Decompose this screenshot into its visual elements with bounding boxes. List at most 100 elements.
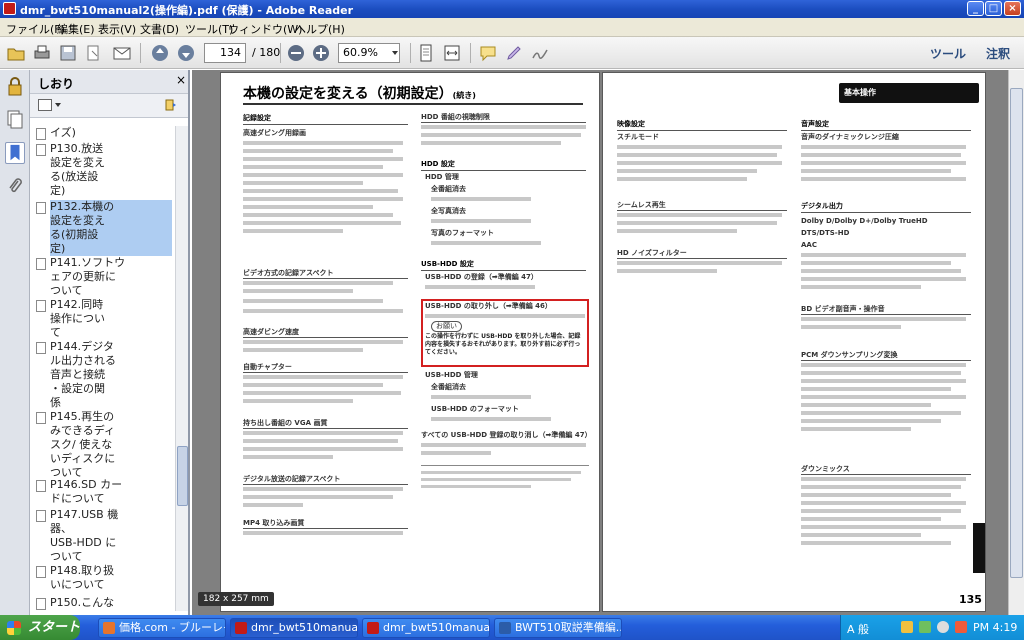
- start-button[interactable]: スタート: [0, 615, 80, 640]
- open-folder-icon[interactable]: [6, 43, 26, 63]
- bookmarks-scrollbar[interactable]: [175, 126, 188, 611]
- zoom-level-select[interactable]: 60.9%: [338, 43, 400, 63]
- bookmark-item[interactable]: P147.USB 機 器、 USB-HDD に ついて: [36, 508, 172, 564]
- page-icon: [36, 258, 46, 270]
- setting-name: 全番組消去: [431, 185, 466, 193]
- bookmark-item[interactable]: P130.放送 設定を変え る(放送設 定): [36, 142, 172, 198]
- text-block: [801, 269, 961, 273]
- setting-name: MP4 取り込み画質: [243, 519, 408, 529]
- comment-pane-button[interactable]: 注釈: [986, 45, 1010, 62]
- page-number-input[interactable]: 134: [204, 43, 246, 63]
- close-button[interactable]: ×: [1004, 1, 1021, 16]
- bookmark-item[interactable]: P141.ソフトウ ェアの更新に ついて: [36, 256, 172, 298]
- menu-tools[interactable]: ツール(T): [185, 21, 233, 37]
- text-block: [801, 395, 966, 399]
- text-block: [801, 509, 961, 513]
- document-scrollbar[interactable]: [1008, 70, 1024, 615]
- menu-window[interactable]: ウィンドウ(W): [228, 21, 302, 37]
- text-block: [425, 314, 585, 318]
- scrollbar-thumb[interactable]: [177, 446, 188, 506]
- pdf-icon: [367, 622, 379, 634]
- next-page-icon[interactable]: [176, 43, 196, 63]
- print-icon[interactable]: [32, 43, 52, 63]
- bookmark-item[interactable]: P148.取り扱 いについて: [36, 564, 172, 592]
- sign-icon[interactable]: [530, 43, 550, 63]
- chevron-down-icon[interactable]: [55, 103, 61, 107]
- comment-icon[interactable]: [478, 43, 498, 63]
- lock-icon[interactable]: [5, 76, 25, 98]
- scrollbar-thumb[interactable]: [1010, 88, 1023, 578]
- bookmark-item[interactable]: イズ): [36, 126, 172, 140]
- text-block: [801, 541, 951, 545]
- zoom-out-icon[interactable]: [286, 43, 306, 63]
- setting-name: シームレス再生: [617, 201, 787, 211]
- bookmark-item[interactable]: P144.デジタ ル出力される 音声と接続 ・設定の関 係: [36, 340, 172, 410]
- page-icon: [36, 300, 46, 312]
- text-block: [801, 253, 966, 257]
- fit-page-icon[interactable]: [416, 43, 436, 63]
- menu-help[interactable]: ヘルプ(H): [295, 21, 345, 37]
- setting-name: BD ビデオ副音声・操作音: [801, 305, 971, 315]
- setting-name: スチルモード: [617, 133, 659, 141]
- document-view[interactable]: 本機の設定を変える（初期設定）(続き) 記録設定 高速ダビング用録画 ビデオ方式…: [192, 70, 1018, 615]
- page-heading: 本機の設定を変える（初期設定）(続き): [243, 86, 476, 102]
- taskbar: スタート 価格.com - ブルーレイ... dmr_bwt510manual2…: [0, 615, 1024, 640]
- highlight-icon[interactable]: [504, 43, 524, 63]
- text-block: [243, 439, 398, 443]
- pdf-page-left: 本機の設定を変える（初期設定）(続き) 記録設定 高速ダビング用録画 ビデオ方式…: [220, 72, 600, 612]
- text-block: [617, 213, 782, 217]
- fit-width-icon[interactable]: [442, 43, 462, 63]
- menu-view[interactable]: 表示(V): [98, 21, 136, 37]
- notice-badge: お願い: [431, 321, 462, 332]
- save-icon[interactable]: [58, 43, 78, 63]
- text-block: [243, 447, 403, 451]
- tools-pane-button[interactable]: ツール: [930, 45, 966, 62]
- text-block: [243, 181, 363, 185]
- chapter-badge: 基本操作: [839, 83, 979, 103]
- page-icon: [36, 510, 46, 522]
- title-bar[interactable]: dmr_bwt510manual2(操作編).pdf (保護) - Adobe …: [0, 0, 1024, 18]
- chevron-down-icon[interactable]: [392, 51, 398, 55]
- page-icon: [36, 566, 46, 578]
- minimize-button[interactable]: _: [967, 1, 984, 16]
- bookmark-item[interactable]: P146.SD カー ドについて: [36, 478, 172, 506]
- section-title: デジタル出力: [801, 201, 971, 213]
- page-size-tooltip: 182 x 257 mm: [198, 592, 274, 606]
- ime-indicator[interactable]: A 般: [847, 621, 869, 637]
- expand-bookmark-icon[interactable]: [164, 98, 178, 112]
- paperclip-icon[interactable]: [5, 176, 25, 198]
- setting-name: 音声のダイナミックレンジ圧縮: [801, 133, 899, 141]
- volume-icon[interactable]: [937, 621, 949, 633]
- setting-name: USB-HDD 管理: [425, 371, 478, 379]
- text-block: [801, 501, 966, 505]
- tray-icon[interactable]: [919, 621, 931, 633]
- setting-name: 高速ダビング速度: [243, 328, 408, 338]
- options-menu-icon[interactable]: [38, 99, 52, 111]
- bookmark-item[interactable]: P142.同時 操作につい て: [36, 298, 172, 340]
- bookmark-item[interactable]: P150.こんな: [36, 596, 172, 610]
- highlight-box: USB-HDD の取り外し（➡準備編 46） お願い この操作を行わずに USB…: [421, 299, 589, 367]
- tray-icon[interactable]: [955, 621, 967, 633]
- attach-icon[interactable]: [84, 43, 104, 63]
- taskbar-button[interactable]: 価格.com - ブルーレイ...: [98, 618, 226, 638]
- menu-edit[interactable]: 編集(E): [57, 21, 95, 37]
- bookmark-item-selected[interactable]: P132.本機の 設定を変え る(初期設 定): [36, 200, 172, 256]
- bookmarks-icon[interactable]: [5, 142, 25, 164]
- taskbar-button[interactable]: dmr_bwt510manual1(...: [362, 618, 490, 638]
- close-panel-icon[interactable]: ×: [176, 73, 186, 87]
- menu-document[interactable]: 文書(D): [140, 21, 179, 37]
- system-tray: A 般 PM 4:19: [840, 615, 1024, 640]
- previous-page-icon[interactable]: [150, 43, 170, 63]
- email-icon[interactable]: [112, 43, 132, 63]
- text-block: [617, 229, 737, 233]
- taskbar-button-active[interactable]: dmr_bwt510manual2(...: [230, 618, 358, 638]
- zoom-in-icon[interactable]: [311, 43, 331, 63]
- maximize-button[interactable]: □: [985, 1, 1002, 16]
- text-block: [243, 289, 353, 293]
- text-block: [243, 141, 403, 145]
- bookmark-item[interactable]: P145.再生の みできるディ スク/ 使えな いディスクに ついて: [36, 410, 172, 480]
- page-thumbnails-icon[interactable]: [5, 108, 25, 130]
- tray-icon[interactable]: [901, 621, 913, 633]
- taskbar-button[interactable]: BWT510取説準備編...: [494, 618, 622, 638]
- page-icon: [36, 128, 46, 140]
